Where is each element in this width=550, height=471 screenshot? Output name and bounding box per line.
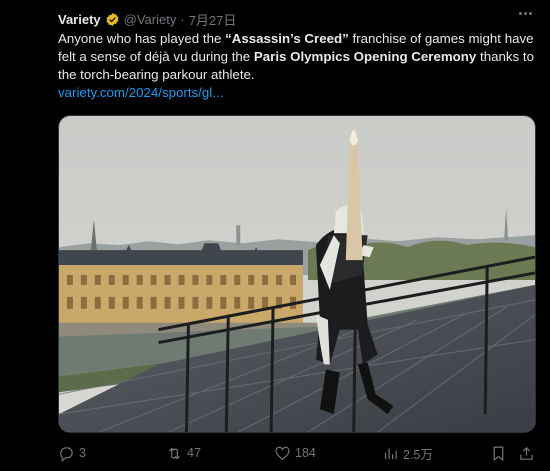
view-count: 2.5万 (403, 447, 433, 462)
tweet-date[interactable]: 7月27日 (189, 10, 237, 29)
share-icon (520, 446, 533, 460)
bookmark-icon (493, 446, 504, 461)
action-bar: 3 47 184 2.5万 (58, 442, 536, 464)
heart-icon (275, 446, 290, 460)
views-button[interactable]: 2.5万 (382, 444, 433, 463)
tweet-photo[interactable] (58, 115, 536, 433)
repost-icon (169, 447, 180, 459)
article-link[interactable]: variety.com/2024/sports/gl... (58, 84, 536, 102)
reply-button[interactable]: 3 (58, 445, 86, 462)
author-handle[interactable]: @Variety (124, 12, 177, 27)
more-icon[interactable] (519, 12, 532, 15)
verified-badge-icon (106, 12, 119, 26)
bookmark-button[interactable] (490, 445, 507, 462)
tweet-text: Anyone who has played the “Assassin’s Cr… (58, 30, 536, 102)
reply-icon (60, 446, 73, 462)
repost-count: 47 (187, 446, 201, 460)
like-count: 184 (295, 446, 316, 460)
tweet-header: Variety @Variety · 7月27日 (58, 10, 236, 28)
like-button[interactable]: 184 (274, 445, 316, 462)
separator: · (180, 11, 185, 27)
share-button[interactable] (518, 445, 535, 462)
author-name[interactable]: Variety (58, 12, 101, 27)
views-icon (384, 448, 397, 459)
repost-button[interactable]: 47 (166, 445, 201, 462)
reply-count: 3 (79, 446, 86, 460)
